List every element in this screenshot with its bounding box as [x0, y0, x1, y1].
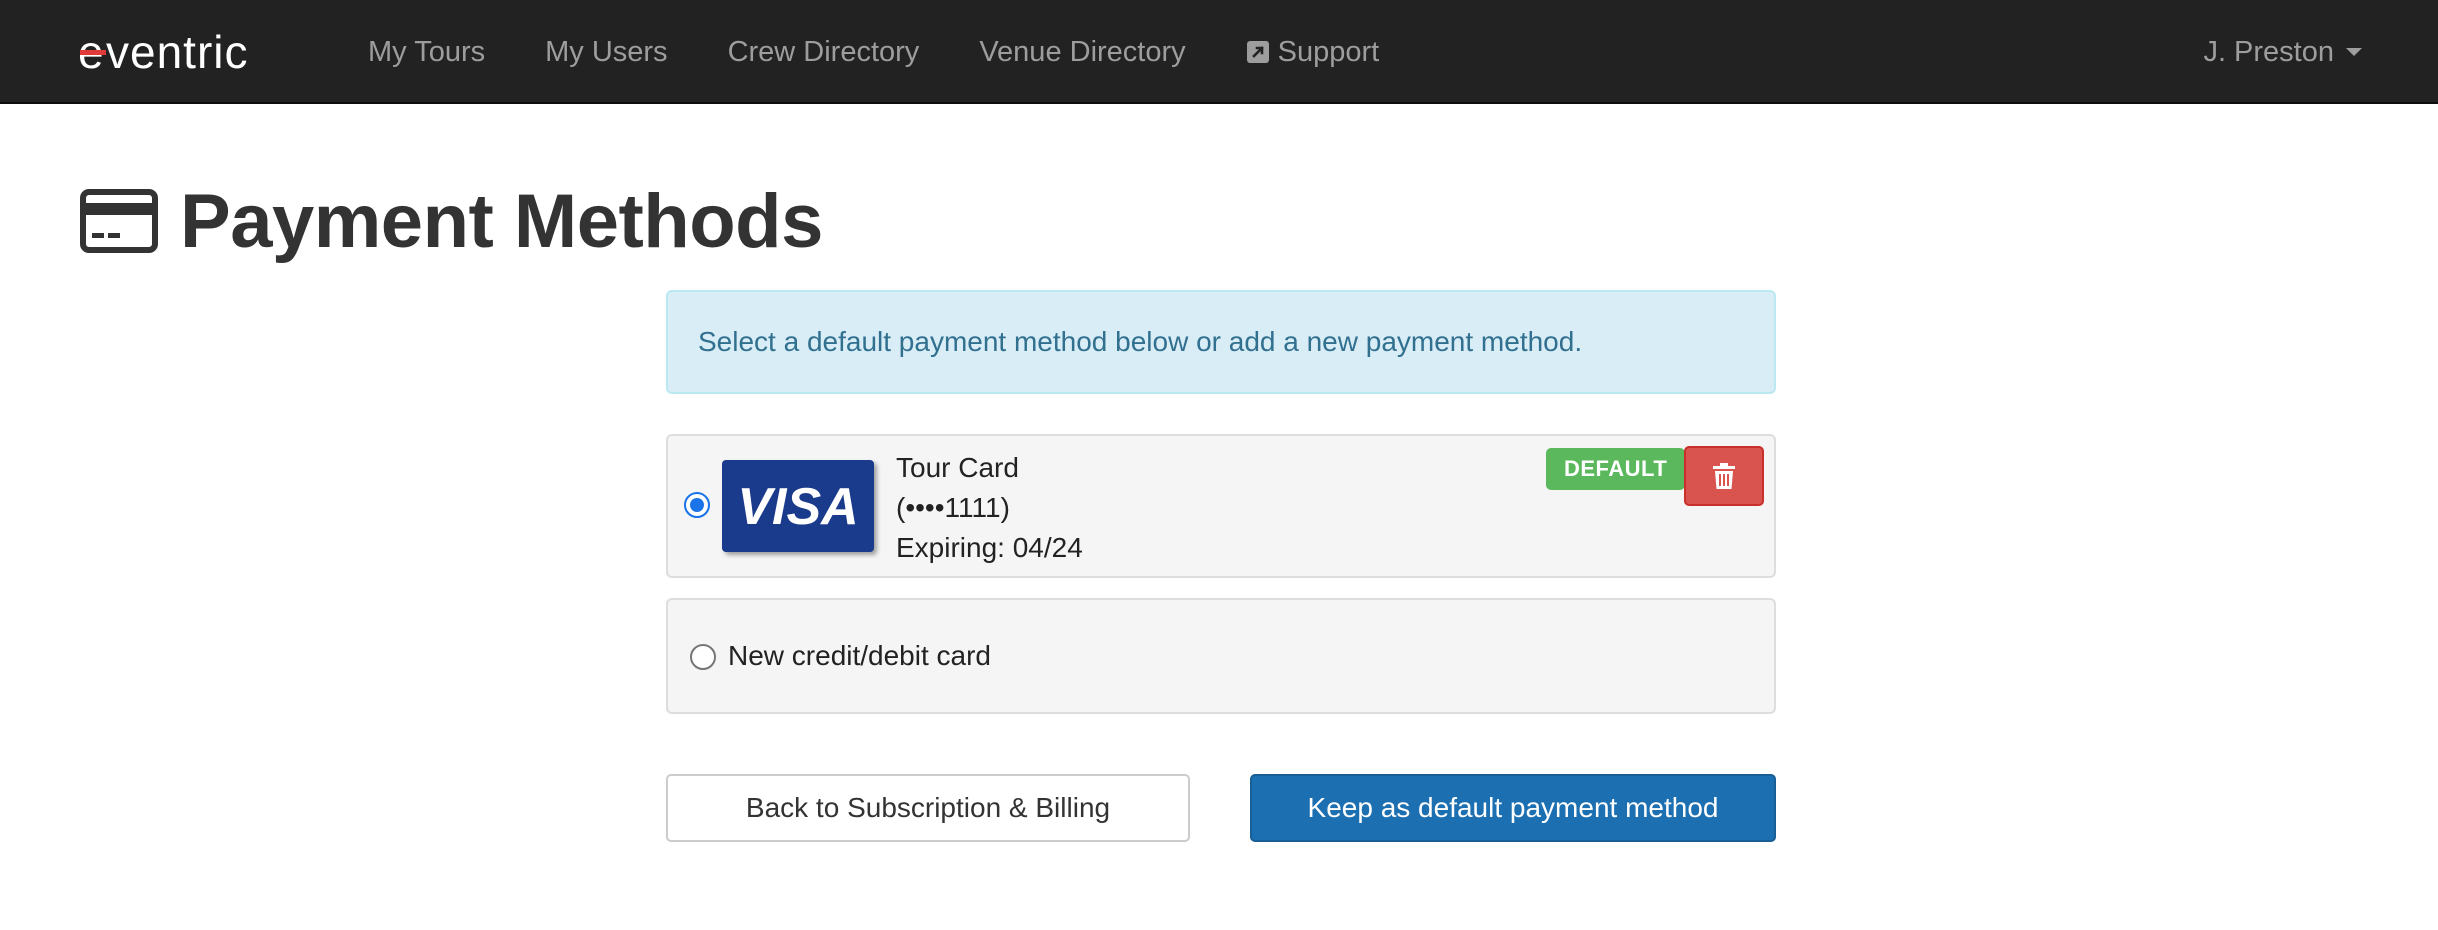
visa-card-logo: VISA: [722, 460, 874, 552]
nav-my-users[interactable]: My Users: [545, 36, 667, 69]
user-name: J. Preston: [2203, 35, 2334, 68]
new-card-label[interactable]: New credit/debit card: [728, 600, 991, 712]
card-name: Tour Card: [896, 452, 1019, 483]
default-badge: DEFAULT: [1546, 448, 1686, 490]
saved-card-option[interactable]: VISA Tour Card (••••1111) Expiring: 04/2…: [666, 434, 1776, 578]
caret-down-icon: [2346, 48, 2362, 56]
new-card-option[interactable]: New credit/debit card: [666, 598, 1776, 714]
visa-logo-icon: VISA: [737, 478, 858, 536]
new-card-radio[interactable]: [690, 644, 716, 670]
top-navbar: e ventric My Tours My Users Crew Directo…: [0, 0, 2438, 104]
info-alert: Select a default payment method below or…: [666, 290, 1776, 394]
nav-my-tours[interactable]: My Tours: [368, 36, 485, 69]
nav-crew-directory[interactable]: Crew Directory: [728, 36, 920, 69]
page-title: Payment Methods: [180, 178, 823, 264]
eventric-logo[interactable]: e ventric: [78, 28, 300, 76]
nav-venue-directory[interactable]: Venue Directory: [979, 36, 1185, 69]
info-alert-text: Select a default payment method below or…: [698, 326, 1583, 357]
nav-support-label: Support: [1277, 35, 1380, 68]
trash-icon: [1713, 463, 1735, 489]
card-number: (••••1111): [896, 492, 1010, 523]
delete-card-button[interactable]: [1684, 446, 1764, 506]
credit-card-icon: [80, 189, 158, 253]
svg-text:VISA: VISA: [737, 478, 858, 536]
form-actions: Back to Subscription & Billing Keep as d…: [666, 774, 1776, 842]
keep-default-button[interactable]: Keep as default payment method: [1250, 774, 1776, 842]
back-to-billing-button[interactable]: Back to Subscription & Billing: [666, 774, 1190, 842]
external-link-icon: [1246, 41, 1269, 63]
card-details: Tour Card (••••1111) Expiring: 04/24: [896, 448, 1083, 568]
user-menu-dropdown[interactable]: J. Preston: [2203, 0, 2362, 104]
card-expiry: Expiring: 04/24: [896, 532, 1083, 563]
nav-links: My Tours My Users Crew Directory Venue D…: [368, 0, 1439, 104]
payment-methods-panel: Select a default payment method below or…: [666, 290, 1776, 842]
nav-support[interactable]: Support: [1246, 35, 1380, 69]
svg-text:ventric: ventric: [106, 28, 248, 76]
page-header: Payment Methods: [80, 176, 823, 266]
saved-card-radio[interactable]: [684, 492, 710, 518]
